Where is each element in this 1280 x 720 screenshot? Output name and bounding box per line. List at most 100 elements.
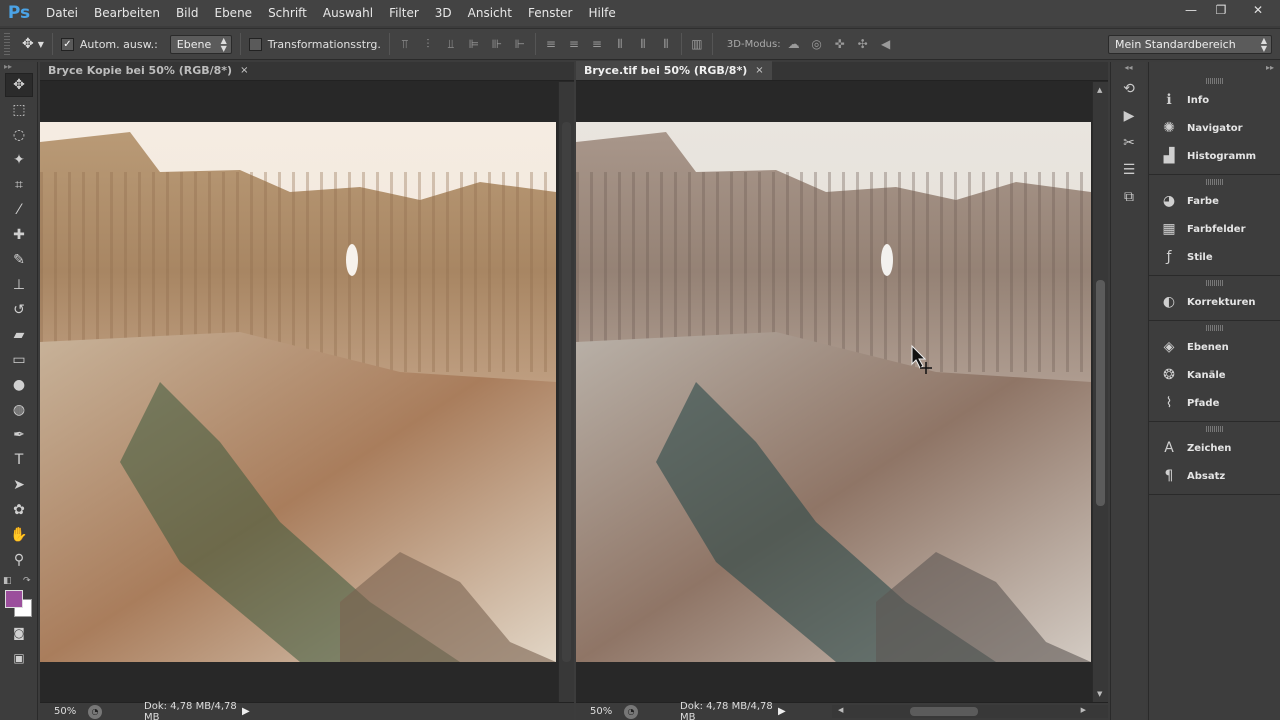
panel-collapse-icon[interactable]: ▸▸ — [1149, 62, 1280, 74]
brush-tool[interactable]: ✎ — [5, 248, 33, 272]
vertical-scrollbar[interactable] — [558, 82, 574, 702]
scroll-thumb[interactable] — [562, 122, 571, 662]
zoom-level[interactable]: 50% — [576, 706, 616, 717]
screen-mode-icon[interactable]: ▣ — [5, 646, 33, 670]
scroll-up-icon[interactable]: ▲ — [1097, 86, 1102, 94]
status-info-icon[interactable]: ◔ — [88, 704, 102, 719]
menu-datei[interactable]: Datei — [38, 0, 86, 26]
actions-play-icon[interactable]: ▶ — [1115, 104, 1143, 128]
swap-colors-icon[interactable]: ↷ — [23, 576, 31, 586]
crop-tool[interactable]: ⌗ — [5, 173, 33, 197]
history-brush-tool[interactable]: ↺ — [5, 298, 33, 322]
menu-fenster[interactable]: Fenster — [520, 0, 581, 26]
healing-brush-tool[interactable]: ✚ — [5, 223, 33, 247]
panel-group-grip[interactable] — [1205, 280, 1224, 286]
layer-comps-icon[interactable]: ⧉ — [1115, 185, 1143, 209]
canvas-area[interactable] — [40, 82, 556, 702]
menu-auswahl[interactable]: Auswahl — [315, 0, 381, 26]
document-tab-bryce-tif[interactable]: Bryce.tif bei 50% (RGB/8*) × — [576, 61, 772, 80]
panel-button-adjustments[interactable]: ◐ Korrekturen — [1149, 288, 1280, 316]
scroll-left-icon[interactable]: ◀ — [838, 706, 843, 714]
tool-presets-icon[interactable]: ✂ — [1115, 131, 1143, 155]
vertical-scrollbar[interactable]: ▲ ▼ — [1092, 82, 1108, 702]
align-hcenter-icon[interactable]: ⊪ — [490, 37, 504, 51]
shape-tool[interactable]: ✿ — [5, 498, 33, 522]
3d-pan-icon[interactable]: ✜ — [833, 37, 847, 51]
close-tab-icon[interactable]: × — [755, 65, 763, 76]
horizontal-scrollbar[interactable]: ◀ ▶ — [832, 705, 1108, 718]
document-tab-bryce-kopie[interactable]: Bryce Kopie bei 50% (RGB/8*) × — [40, 61, 256, 80]
minimize-button[interactable]: — — [1176, 0, 1206, 20]
hand-tool[interactable]: ✋ — [5, 523, 33, 547]
status-menu-arrow-icon[interactable]: ▶ — [242, 706, 250, 717]
distribute-vcenter-icon[interactable]: ≡ — [567, 37, 581, 51]
canvas-area[interactable] — [576, 82, 1091, 702]
menu-3d[interactable]: 3D — [427, 0, 460, 26]
marquee-tool[interactable]: ⬚ — [5, 98, 33, 122]
panel-group-grip[interactable] — [1205, 179, 1224, 185]
scroll-thumb[interactable] — [910, 707, 978, 716]
menu-filter[interactable]: Filter — [381, 0, 427, 26]
menu-hilfe[interactable]: Hilfe — [580, 0, 623, 26]
panel-button-paths[interactable]: ⌇ Pfade — [1149, 389, 1280, 417]
distribute-hcenter-icon[interactable]: ⦀ — [636, 37, 650, 51]
align-top-icon[interactable]: ⫪ — [398, 37, 412, 51]
menu-bearbeiten[interactable]: Bearbeiten — [86, 0, 168, 26]
magic-wand-tool[interactable]: ✦ — [5, 148, 33, 172]
zoom-tool[interactable]: ⚲ — [5, 548, 33, 572]
move-tool[interactable]: ✥ — [5, 73, 33, 97]
options-grip[interactable] — [4, 33, 10, 55]
workspace-select[interactable]: Mein Standardbereich ▲ ▼ — [1108, 35, 1272, 54]
tool-preset-picker[interactable]: ✥ ▼ — [22, 36, 44, 52]
distribute-bottom-icon[interactable]: ≡ — [590, 37, 604, 51]
scroll-right-icon[interactable]: ▶ — [1081, 706, 1086, 714]
auto-select-target-select[interactable]: Ebene ▲ ▼ — [169, 34, 232, 54]
clone-stamp-tool[interactable]: ⊥ — [5, 273, 33, 297]
type-tool[interactable]: T — [5, 448, 33, 472]
gradient-tool[interactable]: ▭ — [5, 348, 33, 372]
dodge-tool[interactable]: ◍ — [5, 398, 33, 422]
panel-button-swatches[interactable]: ▦ Farbfelder — [1149, 215, 1280, 243]
3d-roll-icon[interactable]: ◎ — [810, 37, 824, 51]
transform-controls-checkbox[interactable] — [248, 37, 262, 51]
tools-collapse-icon[interactable]: ▸▸ — [0, 62, 37, 72]
panel-group-grip[interactable] — [1205, 325, 1224, 331]
align-right-icon[interactable]: ⊩ — [513, 37, 527, 51]
restore-button[interactable]: ❐ — [1206, 0, 1236, 20]
dock-collapse-icon[interactable]: ◂◂ — [1111, 62, 1146, 74]
menu-bild[interactable]: Bild — [168, 0, 207, 26]
auto-select-checkbox[interactable]: ✓ — [60, 37, 74, 51]
status-info-icon[interactable]: ◔ — [624, 704, 638, 719]
path-selection-tool[interactable]: ➤ — [5, 473, 33, 497]
3d-rotate-icon[interactable]: ☁ — [787, 37, 801, 51]
panel-button-channels[interactable]: ❂ Kanäle — [1149, 361, 1280, 389]
panel-button-character[interactable]: A Zeichen — [1149, 434, 1280, 462]
3d-slide-icon[interactable]: ✣ — [856, 37, 870, 51]
history-icon[interactable]: ⟲ — [1115, 77, 1143, 101]
3d-scale-icon[interactable]: ◀ — [879, 37, 893, 51]
blur-tool[interactable]: ● — [5, 373, 33, 397]
auto-align-icon[interactable]: ▥ — [690, 37, 704, 51]
default-colors-icon[interactable]: ◧ — [3, 576, 12, 586]
pen-tool[interactable]: ✒ — [5, 423, 33, 447]
close-tab-icon[interactable]: × — [240, 65, 248, 76]
properties-icon[interactable]: ☰ — [1115, 158, 1143, 182]
panel-button-layers[interactable]: ◈ Ebenen — [1149, 333, 1280, 361]
panel-button-color[interactable]: ◕ Farbe — [1149, 187, 1280, 215]
eyedropper-tool[interactable]: ⁄ — [5, 198, 33, 222]
distribute-left-icon[interactable]: ⦀ — [613, 37, 627, 51]
align-left-icon[interactable]: ⊫ — [467, 37, 481, 51]
scroll-down-icon[interactable]: ▼ — [1097, 690, 1102, 698]
distribute-right-icon[interactable]: ⦀ — [659, 37, 673, 51]
menu-schrift[interactable]: Schrift — [260, 0, 315, 26]
panel-button-styles[interactable]: ƒ Stile — [1149, 243, 1280, 271]
close-button[interactable]: ✕ — [1236, 0, 1280, 20]
status-menu-arrow-icon[interactable]: ▶ — [778, 706, 786, 717]
align-vcenter-icon[interactable]: ⫶ — [421, 37, 435, 51]
foreground-color-swatch[interactable] — [5, 590, 23, 608]
lasso-tool[interactable]: ◌ — [5, 123, 33, 147]
align-bottom-icon[interactable]: ⫫ — [444, 37, 458, 51]
panel-button-paragraph[interactable]: ¶ Absatz — [1149, 462, 1280, 490]
eraser-tool[interactable]: ▰ — [5, 323, 33, 347]
distribute-top-icon[interactable]: ≡ — [544, 37, 558, 51]
